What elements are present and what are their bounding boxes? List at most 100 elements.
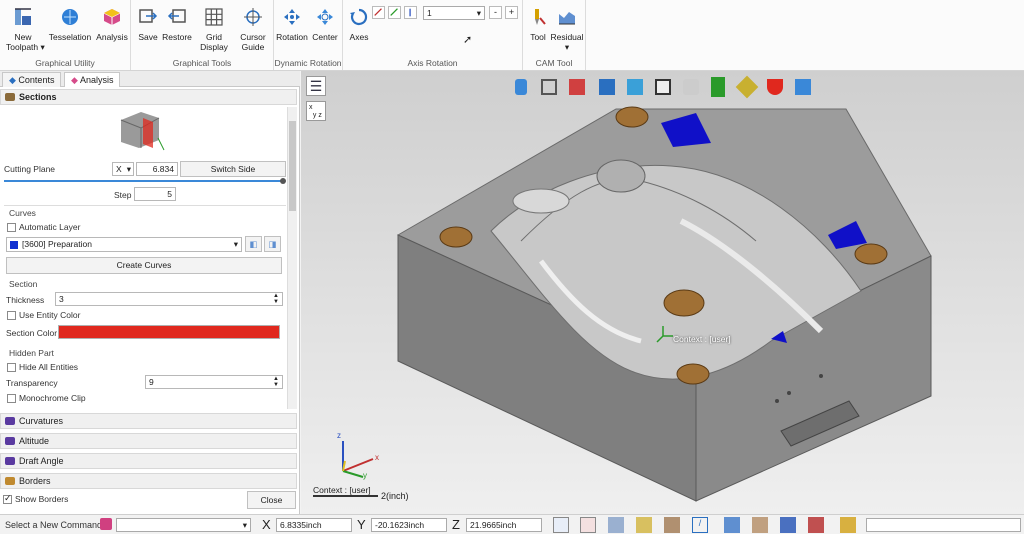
- section-color-swatch[interactable]: [58, 325, 280, 339]
- slash-icon[interactable]: /: [692, 517, 708, 533]
- layer-color-swatch: [10, 240, 18, 249]
- axes-button[interactable]: Axes: [345, 6, 373, 42]
- draft-angle-header[interactable]: Draft Angle: [0, 453, 297, 469]
- cursor-guide-button[interactable]: Cursor Guide: [235, 6, 271, 52]
- graphical-utility-caption: Graphical Utility: [35, 58, 95, 68]
- cutting-axis-select[interactable]: X ▾: [112, 162, 134, 176]
- altitude-header[interactable]: Altitude: [0, 433, 297, 449]
- axis-y-rotate-icon[interactable]: [388, 6, 401, 19]
- sections-header[interactable]: Sections: [0, 89, 297, 105]
- show-borders-checkbox[interactable]: ✓: [3, 493, 12, 504]
- tab-analysis[interactable]: ◆ Analysis: [64, 72, 121, 87]
- cutting-plane-slider[interactable]: [4, 180, 284, 182]
- axes-label: Axes: [349, 32, 369, 42]
- decrement-button[interactable]: -: [489, 6, 502, 19]
- scrollbar-thumb[interactable]: [289, 121, 296, 211]
- automatic-layer-checkbox[interactable]: [7, 223, 16, 232]
- layer-pick-button[interactable]: ◧: [245, 236, 262, 252]
- z-coord-field[interactable]: 21.9665inch: [466, 518, 542, 532]
- altitude-title: Altitude: [19, 436, 50, 446]
- minus-label: -: [494, 7, 497, 17]
- center-button[interactable]: Center: [310, 6, 340, 42]
- graphical-tools-caption: Graphical Tools: [172, 58, 232, 68]
- tesselation-icon: [59, 6, 81, 28]
- group-cam-tool: Tool Residual ▾ CAM Tool: [523, 0, 586, 70]
- residual-label: Residual ▾: [550, 32, 584, 52]
- entity-icon[interactable]: [664, 517, 680, 533]
- x-coord-label: X: [262, 517, 271, 532]
- borders-header[interactable]: Borders: [0, 473, 297, 489]
- layer-select[interactable]: [3600] Preparation ▾: [6, 237, 242, 252]
- draft-angle-icon: [5, 457, 15, 465]
- create-curves-button[interactable]: Create Curves: [6, 257, 282, 274]
- transparency-spinner[interactable]: 9 ▲ ▼: [145, 375, 283, 389]
- rotation-icon: [281, 6, 303, 28]
- curvatures-title: Curvatures: [19, 416, 64, 426]
- command-input[interactable]: ▾: [116, 518, 251, 532]
- axis-x-rotate-icon[interactable]: [372, 6, 385, 19]
- cursor-guide-icon: [242, 6, 264, 28]
- select-pointer-icon[interactable]: [553, 517, 569, 533]
- layer-icon[interactable]: [636, 517, 652, 533]
- x-coord-value: 6.8335inch: [280, 520, 322, 530]
- tesselation-button[interactable]: Tesselation: [48, 6, 92, 42]
- cutting-plane-value-field[interactable]: 6.834: [136, 162, 178, 176]
- mouse-cursor-icon: ➚: [463, 34, 473, 46]
- tab-contents[interactable]: ◆ Contents: [2, 72, 62, 87]
- step-field[interactable]: 5: [134, 187, 176, 201]
- grid-display-button[interactable]: Grid Display: [197, 6, 231, 52]
- curves-group-title: Curves: [9, 208, 36, 218]
- analysis-button[interactable]: Analysis: [96, 6, 128, 42]
- y-coord-field[interactable]: -20.1623inch: [371, 518, 447, 532]
- highlight-icon[interactable]: [840, 517, 856, 533]
- axis-z-rotate-icon[interactable]: [404, 6, 417, 19]
- tree-icon[interactable]: [780, 517, 796, 533]
- y-coord-value: -20.1623inch: [375, 520, 425, 530]
- command-icon: [100, 518, 112, 530]
- transparency-value: 9: [149, 377, 154, 387]
- snap-icon[interactable]: [608, 517, 624, 533]
- switch-side-button[interactable]: Switch Side: [180, 161, 286, 177]
- thickness-spinner[interactable]: 3 ▲ ▼: [55, 292, 283, 306]
- axis-angle-combo[interactable]: 1 ▾: [423, 6, 485, 20]
- part-model[interactable]: [301, 71, 1024, 514]
- filter-icon[interactable]: [580, 517, 596, 533]
- settings-icon[interactable]: [808, 517, 824, 533]
- show-borders-label: Show Borders: [15, 494, 69, 504]
- center-label: Center: [312, 32, 338, 42]
- transparency-label: Transparency: [6, 378, 58, 388]
- chevron-down-icon: ▾: [242, 520, 247, 530]
- hide-all-entities-label: Hide All Entities: [19, 362, 79, 372]
- context-label: Context : [user]: [673, 334, 731, 344]
- x-coord-field[interactable]: 6.8335inch: [276, 518, 352, 532]
- layer-new-button[interactable]: ◨: [264, 236, 281, 252]
- axis-angle-value: 1: [427, 8, 432, 18]
- restore-view-button[interactable]: Restore: [161, 6, 193, 42]
- 3d-viewport[interactable]: ☰ x y z Context: [user] z x y Context:…: [301, 71, 1024, 514]
- cutting-axis-value: X: [116, 164, 122, 174]
- rotation-button[interactable]: Rotation: [276, 6, 308, 42]
- increment-button[interactable]: +: [505, 6, 518, 19]
- new-toolpath-button[interactable]: New Toolpath ▾: [6, 6, 45, 52]
- switch-side-label: Switch Side: [210, 164, 256, 174]
- create-curves-label: Create Curves: [116, 260, 172, 270]
- panel-scrollbar[interactable]: [287, 107, 297, 409]
- residual-button[interactable]: Residual ▾: [550, 6, 584, 52]
- restore-view-label: Restore: [162, 32, 192, 42]
- triad-y-label: y: [363, 471, 367, 480]
- slider-thumb[interactable]: [280, 178, 286, 184]
- display-icon[interactable]: [724, 517, 740, 533]
- workplane-icon[interactable]: [752, 517, 768, 533]
- analysis-label: Analysis: [96, 32, 128, 42]
- save-view-button[interactable]: Save: [135, 6, 161, 42]
- tab-contents-label: Contents: [18, 75, 55, 85]
- use-entity-color-checkbox[interactable]: [7, 311, 16, 320]
- hide-all-entities-checkbox[interactable]: [7, 363, 16, 372]
- use-entity-color-label: Use Entity Color: [19, 310, 81, 320]
- curvatures-header[interactable]: Curvatures: [0, 413, 297, 429]
- close-button[interactable]: Close: [247, 491, 296, 509]
- monochrome-clip-checkbox[interactable]: [7, 394, 16, 403]
- sections-icon: [5, 93, 15, 101]
- tool-button[interactable]: Tool: [526, 6, 550, 42]
- cursor-guide-label: Cursor Guide: [240, 32, 266, 52]
